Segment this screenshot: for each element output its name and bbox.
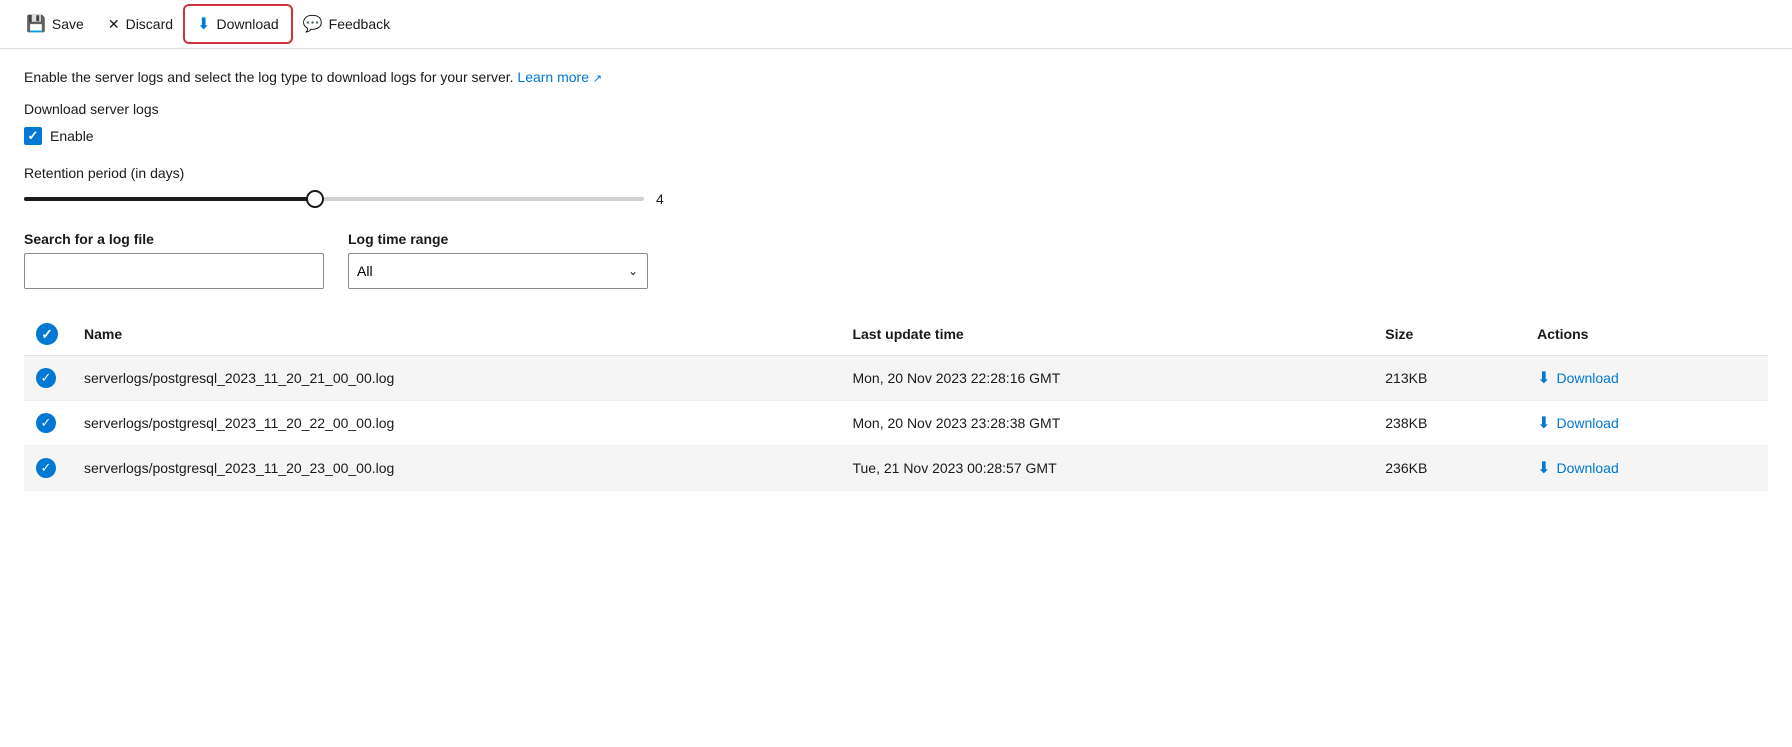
row-name-2: serverlogs/postgresql_2023_11_20_23_00_0… <box>72 446 840 491</box>
row-check-cell: ✓ <box>24 401 72 446</box>
time-range-select-wrapper: All Last 1 hour Last 6 hours Last 12 hou… <box>348 253 648 289</box>
download-icon-2: ⬇ <box>1537 458 1550 478</box>
enable-label: Enable <box>50 128 94 144</box>
download-label-1: Download <box>1556 415 1618 431</box>
download-link-2[interactable]: ⬇ Download <box>1537 458 1756 478</box>
save-label: Save <box>52 16 84 32</box>
row-checkmark-1: ✓ <box>41 415 52 431</box>
download-icon-1: ⬇ <box>1537 413 1550 433</box>
col-actions-header: Actions <box>1525 313 1768 356</box>
retention-label: Retention period (in days) <box>24 165 1768 181</box>
row-action-2: ⬇ Download <box>1525 446 1768 491</box>
discard-button[interactable]: ✕ Discard <box>98 10 183 39</box>
row-size-0: 213KB <box>1373 356 1525 401</box>
download-icon: ⬇ <box>197 14 210 34</box>
slider-thumb[interactable] <box>306 190 324 208</box>
table-header-check: ✓ <box>24 313 72 356</box>
download-label-2: Download <box>1556 460 1618 476</box>
time-range-group: Log time range All Last 1 hour Last 6 ho… <box>348 231 648 289</box>
checkmark-icon: ✓ <box>28 128 39 144</box>
download-label: Download <box>216 16 278 32</box>
table-row: ✓ serverlogs/postgresql_2023_11_20_22_00… <box>24 401 1768 446</box>
download-link-0[interactable]: ⬇ Download <box>1537 368 1756 388</box>
download-link-1[interactable]: ⬇ Download <box>1537 413 1756 433</box>
row-check-cell: ✓ <box>24 356 72 401</box>
download-button[interactable]: ⬇ Download <box>187 8 289 40</box>
download-label-0: Download <box>1556 370 1618 386</box>
select-all-checkmark: ✓ <box>41 326 53 343</box>
row-name-0: serverlogs/postgresql_2023_11_20_21_00_0… <box>72 356 840 401</box>
search-input[interactable] <box>24 253 324 289</box>
log-table: ✓ Name Last update time Size Actions ✓ s… <box>24 313 1768 491</box>
row-last-update-0: Mon, 20 Nov 2023 22:28:16 GMT <box>840 356 1373 401</box>
retention-section: Retention period (in days) 4 <box>24 165 1768 207</box>
discard-icon: ✕ <box>108 16 120 33</box>
slider-track[interactable] <box>24 197 644 201</box>
slider-row: 4 <box>24 191 1768 207</box>
external-link-icon: ↗ <box>593 73 602 85</box>
time-range-label: Log time range <box>348 231 648 247</box>
info-text: Enable the server logs and select the lo… <box>24 69 1768 85</box>
row-checkbox-1[interactable]: ✓ <box>36 413 56 433</box>
col-name-header: Name <box>72 313 840 356</box>
row-action-1: ⬇ Download <box>1525 401 1768 446</box>
main-content: Enable the server logs and select the lo… <box>0 49 1792 511</box>
search-label: Search for a log file <box>24 231 324 247</box>
row-action-0: ⬇ Download <box>1525 356 1768 401</box>
enable-checkbox[interactable]: ✓ <box>24 127 42 145</box>
feedback-label: Feedback <box>329 16 390 32</box>
info-description: Enable the server logs and select the lo… <box>24 69 514 85</box>
toolbar: 💾 Save ✕ Discard ⬇ Download 💬 Feedback <box>0 0 1792 49</box>
download-section-label: Download server logs <box>24 101 1768 117</box>
select-all-checkbox[interactable]: ✓ <box>36 323 58 345</box>
col-size-header: Size <box>1373 313 1525 356</box>
col-last-update-header: Last update time <box>840 313 1373 356</box>
row-checkmark-2: ✓ <box>41 460 52 476</box>
learn-more-link[interactable]: Learn more ↗ <box>517 69 602 85</box>
row-checkbox-2[interactable]: ✓ <box>36 458 56 478</box>
row-checkbox-0[interactable]: ✓ <box>36 368 56 388</box>
save-icon: 💾 <box>26 14 46 34</box>
search-group: Search for a log file <box>24 231 324 289</box>
slider-value: 4 <box>656 191 676 207</box>
table-row: ✓ serverlogs/postgresql_2023_11_20_21_00… <box>24 356 1768 401</box>
row-check-cell: ✓ <box>24 446 72 491</box>
table-row: ✓ serverlogs/postgresql_2023_11_20_23_00… <box>24 446 1768 491</box>
feedback-icon: 💬 <box>303 14 323 34</box>
row-checkmark-0: ✓ <box>41 370 52 386</box>
time-range-select[interactable]: All Last 1 hour Last 6 hours Last 12 hou… <box>348 253 648 289</box>
row-last-update-1: Mon, 20 Nov 2023 23:28:38 GMT <box>840 401 1373 446</box>
enable-checkbox-row: ✓ Enable <box>24 127 1768 145</box>
row-last-update-2: Tue, 21 Nov 2023 00:28:57 GMT <box>840 446 1373 491</box>
feedback-button[interactable]: 💬 Feedback <box>293 8 400 40</box>
discard-label: Discard <box>126 16 173 32</box>
row-name-1: serverlogs/postgresql_2023_11_20_22_00_0… <box>72 401 840 446</box>
save-button[interactable]: 💾 Save <box>16 8 94 40</box>
slider-fill <box>24 197 315 201</box>
table-header-row: ✓ Name Last update time Size Actions <box>24 313 1768 356</box>
row-size-1: 238KB <box>1373 401 1525 446</box>
row-size-2: 236KB <box>1373 446 1525 491</box>
filter-row: Search for a log file Log time range All… <box>24 231 1768 289</box>
download-icon-0: ⬇ <box>1537 368 1550 388</box>
learn-more-label: Learn more <box>517 69 589 85</box>
